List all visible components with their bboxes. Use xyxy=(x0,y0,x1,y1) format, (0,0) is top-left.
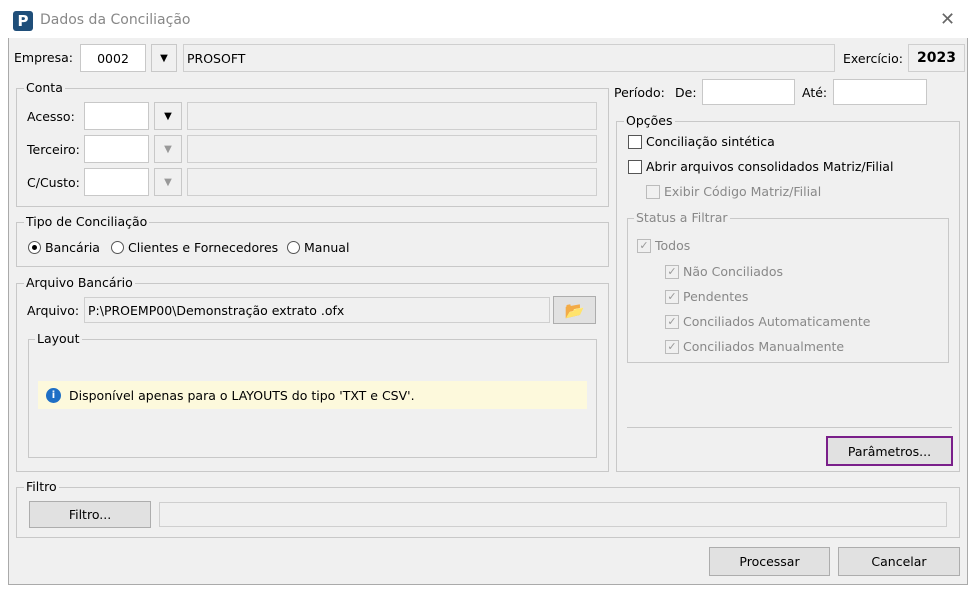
ccusto-label: C/Custo: xyxy=(27,175,80,190)
arquivo-title: Arquivo Bancário xyxy=(24,275,135,290)
ccusto-dropdown-button[interactable]: ▼ xyxy=(154,168,182,196)
folder-open-icon: 📂 xyxy=(564,300,585,320)
chevron-down-icon: ▼ xyxy=(164,110,172,122)
window-title: Dados da Conciliação xyxy=(40,12,191,28)
info-bar: i Disponível apenas para o LAYOUTS do ti… xyxy=(38,381,587,409)
ate-label: Até: xyxy=(802,85,828,100)
filtro-button[interactable]: Filtro... xyxy=(29,501,151,528)
empresa-name-field: PROSOFT xyxy=(183,44,835,72)
opcoes-title: Opções xyxy=(624,113,675,128)
empresa-code-input[interactable]: 0002 xyxy=(80,44,146,72)
checkmark-icon: ✓ xyxy=(665,314,679,329)
radio-icon xyxy=(111,241,124,254)
tipo-title: Tipo de Conciliação xyxy=(24,214,150,229)
radio-manual[interactable]: Manual xyxy=(287,240,349,255)
terceiro-label: Terceiro: xyxy=(27,142,80,157)
terceiro-description-field xyxy=(187,135,597,163)
checkbox-icon xyxy=(628,134,642,149)
info-icon: i xyxy=(46,387,61,403)
info-text: Disponível apenas para o LAYOUTS do tipo… xyxy=(69,387,415,403)
terceiro-input[interactable] xyxy=(84,135,149,163)
radio-selected-icon xyxy=(28,241,41,254)
ccusto-input[interactable] xyxy=(84,168,149,196)
checkmark-icon: ✓ xyxy=(665,339,679,354)
processar-button[interactable]: Processar xyxy=(709,547,830,576)
periodo-de-input[interactable] xyxy=(702,79,795,105)
de-label: De: xyxy=(675,85,697,100)
periodo-ate-input[interactable] xyxy=(833,79,927,105)
divider xyxy=(627,427,952,428)
radio-icon xyxy=(287,241,300,254)
chevron-down-icon: ▼ xyxy=(164,143,172,155)
checkmark-icon: ✓ xyxy=(665,264,679,279)
checkbox-conciliacao-sintetica[interactable]: Conciliação sintética xyxy=(628,134,775,149)
checkmark-icon: ✓ xyxy=(665,289,679,304)
arquivo-label: Arquivo: xyxy=(27,303,80,318)
close-icon[interactable]: ✕ xyxy=(940,9,955,30)
empresa-label: Empresa: xyxy=(14,50,73,65)
checkbox-icon xyxy=(646,184,660,199)
parametros-button[interactable]: Parâmetros... xyxy=(826,436,953,466)
checkbox-conciliados-manualmente[interactable]: ✓ Conciliados Manualmente xyxy=(665,339,844,354)
terceiro-dropdown-button[interactable]: ▼ xyxy=(154,135,182,163)
checkbox-nao-conciliados[interactable]: ✓ Não Conciliados xyxy=(665,264,783,279)
conta-title: Conta xyxy=(24,80,65,95)
checkbox-icon xyxy=(628,159,642,174)
ccusto-description-field xyxy=(187,168,597,196)
chevron-down-icon: ▼ xyxy=(164,176,172,188)
layout-title: Layout xyxy=(35,331,82,346)
periodo-label: Período: xyxy=(614,85,665,100)
app-logo: P xyxy=(13,11,33,31)
radio-clientes-fornecedores[interactable]: Clientes e Fornecedores xyxy=(111,240,278,255)
checkbox-abrir-consolidados[interactable]: Abrir arquivos consolidados Matriz/Filia… xyxy=(628,159,893,174)
browse-file-button[interactable]: 📂 xyxy=(553,296,596,324)
checkbox-exibir-codigo[interactable]: Exibir Código Matriz/Filial xyxy=(646,184,821,199)
acesso-label: Acesso: xyxy=(27,109,75,124)
exercicio-label: Exercício: xyxy=(843,51,904,66)
acesso-dropdown-button[interactable]: ▼ xyxy=(154,102,182,130)
empresa-dropdown-button[interactable]: ▼ xyxy=(151,44,177,72)
checkbox-pendentes[interactable]: ✓ Pendentes xyxy=(665,289,748,304)
checkbox-todos[interactable]: ✓ Todos xyxy=(637,238,690,253)
exercicio-field: 2023 xyxy=(908,44,965,72)
acesso-input[interactable] xyxy=(84,102,149,130)
radio-bancaria[interactable]: Bancária xyxy=(28,240,100,255)
chevron-down-icon: ▼ xyxy=(160,52,168,64)
checkbox-conciliados-automaticamente[interactable]: ✓ Conciliados Automaticamente xyxy=(665,314,870,329)
checkmark-icon: ✓ xyxy=(637,238,651,253)
filtro-field xyxy=(159,502,947,527)
cancelar-button[interactable]: Cancelar xyxy=(838,547,960,576)
filtro-title: Filtro xyxy=(24,479,59,494)
arquivo-path-field[interactable]: P:\PROEMP00\Demonstração extrato .ofx xyxy=(84,297,550,323)
status-title: Status a Filtrar xyxy=(634,210,730,225)
acesso-description-field xyxy=(187,102,597,130)
